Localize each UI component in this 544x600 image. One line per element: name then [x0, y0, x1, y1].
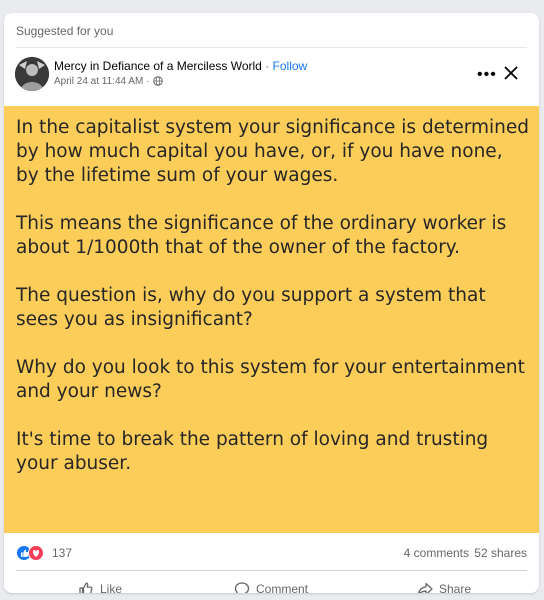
action-bar: Like Comment Share [4, 575, 539, 593]
reaction-icons[interactable] [16, 544, 46, 562]
reaction-count[interactable]: 137 [52, 546, 72, 560]
close-icon[interactable] [503, 65, 519, 81]
post-card: Suggested for you Mercy in Defiance of a… [4, 13, 539, 593]
divider [16, 570, 527, 571]
post-image[interactable]: In the capitalist system your significan… [4, 106, 539, 533]
love-reaction-icon [28, 545, 44, 561]
post-paragraph: This means the significance of the ordin… [16, 213, 507, 258]
divider [16, 47, 527, 48]
comment-label: Comment [256, 582, 309, 593]
comment-icon [234, 582, 250, 593]
page-name[interactable]: Mercy in Defiance of a Merciless World [54, 59, 262, 73]
post-meta: April 24 at 11:44 AM · [54, 76, 164, 87]
separator-dot: · [265, 59, 270, 73]
follow-link[interactable]: Follow [273, 59, 308, 73]
avatar[interactable] [15, 57, 49, 91]
comments-count[interactable]: 4 comments [404, 546, 469, 560]
suggested-label: Suggested for you [16, 24, 114, 38]
share-icon [417, 582, 433, 593]
post-paragraph: Why do you look to this system for your … [16, 357, 525, 402]
reactions-row: 137 4 comments 52 shares [16, 544, 527, 564]
post-paragraph: The question is, why do you support a sy… [16, 285, 486, 330]
like-label: Like [100, 582, 123, 593]
like-icon [79, 582, 93, 593]
comment-button[interactable]: Comment [234, 575, 308, 593]
share-label: Share [439, 582, 472, 593]
page-name-line: Mercy in Defiance of a Merciless World ·… [54, 59, 307, 73]
post-paragraph: It's time to break the pattern of loving… [16, 429, 489, 474]
shares-count[interactable]: 52 shares [474, 546, 527, 560]
more-options-icon[interactable]: ••• [477, 67, 497, 83]
post-text: In the capitalist system your significan… [4, 106, 539, 476]
globe-icon [153, 76, 164, 86]
share-button[interactable]: Share [417, 575, 471, 593]
timestamp[interactable]: April 24 at 11:44 AM · [54, 76, 149, 87]
like-button[interactable]: Like [78, 575, 122, 593]
post-paragraph: In the capitalist system your significan… [16, 117, 529, 186]
